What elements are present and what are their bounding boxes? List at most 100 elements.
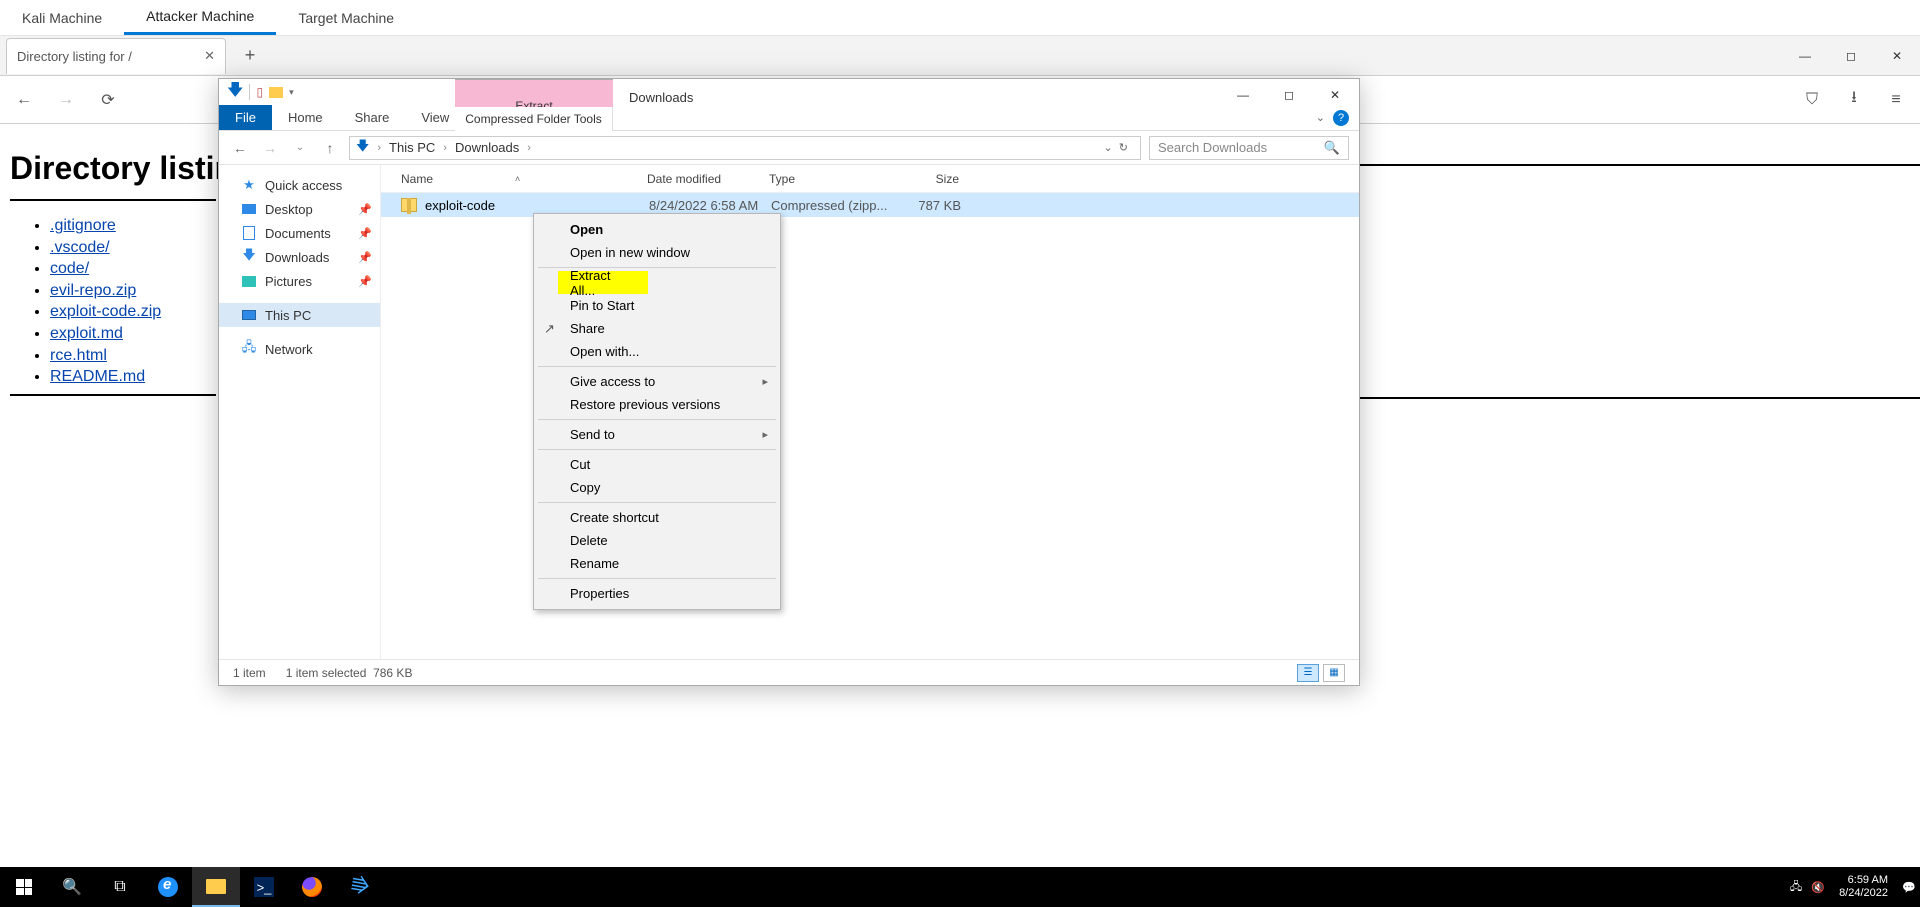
ribbon-file[interactable]: File [219,105,272,130]
ctx-cut[interactable]: Cut [536,453,778,476]
ctx-open[interactable]: Open [536,218,778,241]
tree-network[interactable]: 🖧Network [219,337,380,361]
ctx-send-to[interactable]: Send to▸ [536,423,778,446]
address-dropdown-icon[interactable]: ⌄ ↻ [1097,141,1134,154]
pin-icon: 📌 [358,203,372,216]
star-icon: ★ [241,177,257,193]
file-link[interactable]: code/ [50,260,89,277]
ctx-open-new-window[interactable]: Open in new window [536,241,778,264]
browser-tab[interactable]: Directory listing for / ✕ [6,38,226,74]
maximize-button[interactable]: ◻ [1266,80,1312,110]
vm-tab-kali[interactable]: Kali Machine [0,0,124,35]
start-button[interactable] [0,867,48,907]
col-name[interactable]: Name˄ [381,172,647,186]
qat-properties-icon[interactable]: ▯ [256,85,263,99]
search-input[interactable]: Search Downloads 🔍 [1149,136,1349,160]
tree-desktop[interactable]: Desktop📌 [219,197,380,221]
ctx-pin-to-start[interactable]: Pin to Start [536,294,778,317]
taskbar-ie[interactable] [144,867,192,907]
reload-icon[interactable]: ⟳ [98,90,118,110]
vm-tab-attacker[interactable]: Attacker Machine [124,0,276,35]
col-size[interactable]: Size [891,172,969,186]
task-view-button[interactable]: ⧉ [96,867,144,907]
file-link[interactable]: .vscode/ [50,239,110,256]
address-bar[interactable]: 🡇 › This PC › Downloads › ⌄ ↻ [349,136,1141,160]
tray-network-icon[interactable]: 🖧 [1785,878,1807,897]
divider [10,394,216,396]
chevron-right-icon: › [523,142,535,154]
tree-downloads[interactable]: 🡇Downloads📌 [219,245,380,269]
ribbon-share[interactable]: Share [339,105,406,130]
file-link[interactable]: rce.html [50,347,107,364]
ctx-give-access[interactable]: Give access to▸ [536,370,778,393]
file-link[interactable]: .gitignore [50,217,116,234]
tray-volume-icon[interactable]: 🔇 [1807,881,1829,894]
action-center-icon[interactable]: 💬 [1898,881,1920,894]
path-segment[interactable]: Downloads [455,140,519,155]
new-tab-button[interactable]: + [236,42,264,70]
ribbon-collapse-icon[interactable]: ⌄ [1316,111,1325,124]
pictures-icon [241,273,257,289]
shield-icon[interactable]: ⛉ [1802,90,1822,110]
windows-icon [16,879,32,895]
minimize-button[interactable]: — [1220,80,1266,110]
contextual-tab-tools[interactable]: Compressed Folder Tools [455,107,613,131]
browser-max-button[interactable]: ◻ [1828,41,1874,71]
qat-newfolder-icon[interactable] [269,87,283,98]
tab-close-icon[interactable]: ✕ [204,48,215,64]
menu-icon[interactable]: ≡ [1886,90,1906,110]
taskbar-firefox[interactable] [288,867,336,907]
path-segment[interactable]: This PC [389,140,435,155]
col-type[interactable]: Type [769,172,891,186]
help-icon[interactable]: ? [1333,110,1349,126]
vm-tab-target[interactable]: Target Machine [276,0,416,35]
file-link[interactable]: exploit.md [50,325,123,342]
ctx-restore-versions[interactable]: Restore previous versions [536,393,778,416]
nav-up-icon[interactable]: ↑ [319,137,341,159]
ie-icon [158,877,178,897]
search-button[interactable]: 🔍 [48,867,96,907]
ctx-create-shortcut[interactable]: Create shortcut [536,506,778,529]
ctx-properties[interactable]: Properties [536,582,778,605]
close-button[interactable]: ✕ [1312,80,1358,110]
ctx-rename[interactable]: Rename [536,552,778,575]
tree-quick-access[interactable]: ★Quick access [219,173,380,197]
taskbar-powershell[interactable]: >_ [240,867,288,907]
taskbar-clock[interactable]: 6:59 AM 8/24/2022 [1829,874,1898,899]
file-link[interactable]: exploit-code.zip [50,303,161,320]
file-row-exploit-code[interactable]: exploit-code 8/24/2022 6:58 AM Compresse… [381,193,1359,217]
ctx-share[interactable]: ↗Share [536,317,778,340]
taskbar-explorer[interactable] [192,867,240,907]
view-icons-button[interactable]: ▦ [1323,664,1345,682]
back-icon[interactable]: ← [14,90,34,110]
ctx-open-with[interactable]: Open with... [536,340,778,363]
col-date[interactable]: Date modified [647,172,769,186]
divider [1360,164,1920,166]
zip-icon [401,198,417,212]
tree-pictures[interactable]: Pictures📌 [219,269,380,293]
ribbon-home[interactable]: Home [272,105,339,130]
download-icon[interactable]: ⭳ [1844,90,1864,110]
ctx-copy[interactable]: Copy [536,476,778,499]
chevron-right-icon: › [373,142,385,154]
browser-tabstrip: Directory listing for / ✕ + — ◻ ✕ [0,36,1920,76]
separator [538,366,776,367]
tree-documents[interactable]: Documents📌 [219,221,380,245]
qat-dropdown-icon[interactable]: ▾ [289,87,294,98]
clock-time: 6:59 AM [1839,874,1888,887]
nav-back-icon[interactable]: ← [229,137,251,159]
file-link[interactable]: evil-repo.zip [50,282,136,299]
taskbar-vscode[interactable]: ⭆ [336,867,384,907]
tree-label: Downloads [265,250,329,265]
file-name: exploit-code [425,198,649,213]
view-details-button[interactable]: ☰ [1297,664,1319,682]
file-link[interactable]: README.md [50,368,145,385]
tree-this-pc[interactable]: This PC [219,303,380,327]
browser-close-button[interactable]: ✕ [1874,41,1920,71]
ctx-delete[interactable]: Delete [536,529,778,552]
ctx-extract-all[interactable]: Extract All... [558,271,648,294]
nav-recent-icon[interactable]: ⌄ [289,137,311,159]
forward-icon[interactable]: → [56,90,76,110]
nav-forward-icon[interactable]: → [259,137,281,159]
browser-min-button[interactable]: — [1782,41,1828,71]
